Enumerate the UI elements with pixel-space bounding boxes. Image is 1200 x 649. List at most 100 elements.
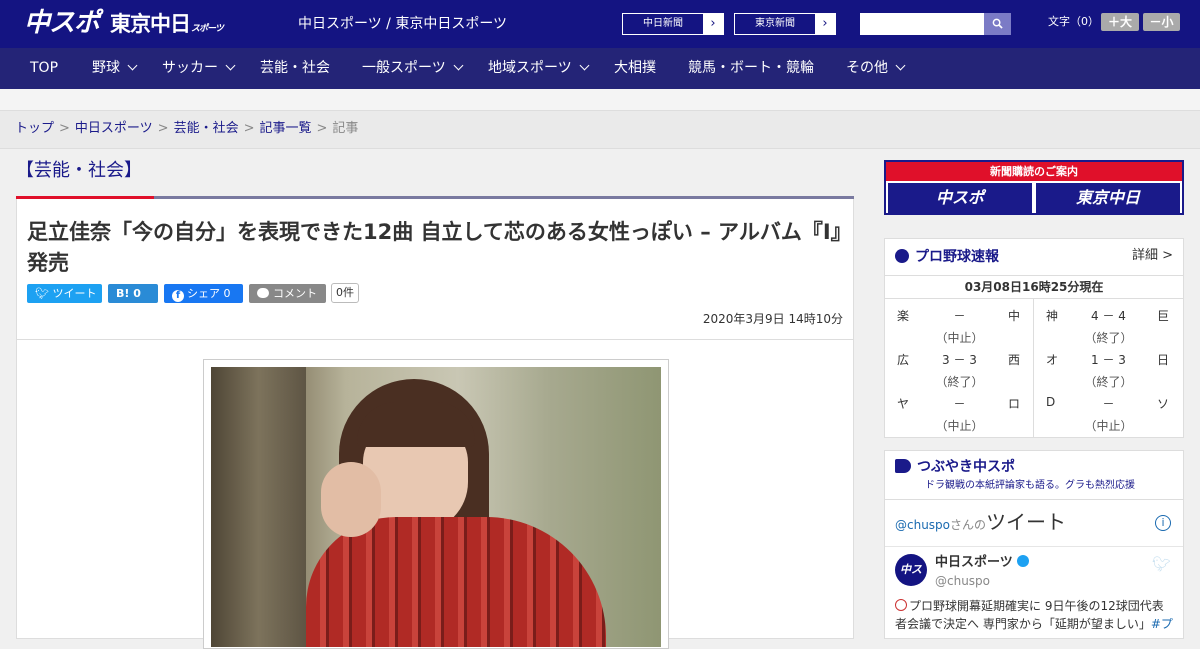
font-bigger-button[interactable]: ＋大 bbox=[1101, 13, 1139, 31]
chevron-right-icon: › bbox=[815, 14, 835, 34]
nav-item-local-sports[interactable]: 地域スポーツ bbox=[488, 59, 590, 77]
comment-button[interactable]: コメント bbox=[249, 284, 326, 303]
nav-label: 大相撲 bbox=[614, 60, 656, 76]
comment-count-badge[interactable]: 0件 bbox=[331, 283, 359, 303]
nav-item-racing[interactable]: 競馬・ボート・競輪 bbox=[688, 59, 814, 77]
game-row[interactable]: 楽－中（中止） bbox=[885, 299, 1034, 345]
nav-label: その他 bbox=[846, 60, 888, 76]
tweet-handle[interactable]: @chuspo bbox=[935, 573, 990, 589]
article-headline: 足立佳奈「今の自分」を表現できた12曲 自立して芯のある女性っぽい – アルバム… bbox=[27, 220, 842, 275]
chevron-right-icon: › bbox=[703, 14, 723, 34]
chevron-down-icon bbox=[579, 60, 590, 71]
tokyo-shimbun-link[interactable]: 東京新聞 › bbox=[734, 13, 836, 35]
game-row[interactable]: 神4 － 4 巨（終了） bbox=[1034, 299, 1183, 345]
main-nav: TOP 野球 サッカー 芸能・社会 一般スポーツ 地域スポーツ 大相撲 競馬・ボ… bbox=[0, 48, 1200, 89]
tweet-text: プロ野球開幕延期確実に 9日午後の12球団代表者会議で決定へ 専門家から「延期が… bbox=[895, 597, 1175, 633]
tweet-button[interactable]: 🐦︎ ツイート bbox=[27, 284, 102, 303]
twitter-bird-icon[interactable]: 🐦︎ bbox=[1152, 555, 1171, 573]
photo-bangs bbox=[357, 402, 475, 447]
game-row[interactable]: ヤ－ロ（中止） bbox=[885, 387, 1034, 433]
nav-label: 競馬・ボート・競輪 bbox=[688, 60, 814, 76]
nav-item-entertainment[interactable]: 芸能・社会 bbox=[260, 59, 330, 77]
team-away: 日 bbox=[1156, 353, 1169, 367]
breadcrumb-article-list[interactable]: 記事一覧 bbox=[260, 121, 312, 136]
nav-item-baseball[interactable]: 野球 bbox=[92, 59, 138, 77]
baseball-widget-title: プロ野球速報 bbox=[895, 247, 999, 267]
breadcrumb-separator: > bbox=[243, 121, 255, 136]
article-divider bbox=[17, 339, 853, 340]
ad-chuspo-logo[interactable]: 中スポ bbox=[888, 183, 1032, 213]
tokyo-logo-small: スポーツ bbox=[191, 24, 224, 34]
spacer-band bbox=[0, 89, 1200, 111]
chevron-down-icon bbox=[895, 60, 906, 71]
comment-label: コメント bbox=[273, 287, 317, 300]
twitter-header-suffix: さんの bbox=[950, 518, 987, 532]
team-away: 西 bbox=[1007, 353, 1020, 367]
chevron-down-icon bbox=[225, 60, 236, 71]
verified-icon bbox=[1016, 555, 1029, 567]
font-smaller-button[interactable]: －小 bbox=[1143, 13, 1180, 31]
tokyo-link-label: 東京新聞 bbox=[755, 18, 795, 29]
twitter-header-title: ツイート bbox=[986, 510, 1067, 534]
tokyo-logo-text: 東京中日 bbox=[110, 12, 191, 36]
facebook-icon: f bbox=[172, 290, 184, 302]
baseball-details-link[interactable]: 詳細 > bbox=[1132, 247, 1173, 265]
hatena-button[interactable]: B! 0 bbox=[108, 284, 158, 303]
game-status: （中止） bbox=[1084, 419, 1133, 433]
search-button[interactable] bbox=[984, 13, 1011, 35]
nav-label: 地域スポーツ bbox=[488, 60, 572, 76]
breadcrumb-entertainment[interactable]: 芸能・社会 bbox=[174, 121, 239, 136]
nav-item-top[interactable]: TOP bbox=[30, 59, 58, 77]
breadcrumb-separator: > bbox=[59, 121, 70, 136]
nav-item-general-sports[interactable]: 一般スポーツ bbox=[362, 59, 464, 77]
tsubuyaki-title: つぶやき中スポ bbox=[895, 457, 1015, 477]
breadcrumb-separator: > bbox=[157, 121, 169, 136]
twitter-handle-link[interactable]: @chuspo bbox=[895, 518, 950, 532]
search-input[interactable] bbox=[860, 13, 984, 35]
nav-item-other[interactable]: その他 bbox=[846, 59, 906, 77]
chunichi-shimbun-link[interactable]: 中日新聞 › bbox=[622, 13, 724, 35]
scores-column-left: 楽－中（中止） 広3 － 3 西（終了） ヤ－ロ（中止） bbox=[885, 299, 1034, 437]
nav-label: TOP bbox=[30, 60, 59, 76]
subscription-ad[interactable]: 新聞購読のご案内 中スポ 東京中日 bbox=[884, 160, 1184, 215]
facebook-share-button[interactable]: f シェア 0 bbox=[164, 284, 243, 303]
tweet-label: ツイート bbox=[52, 287, 97, 300]
game-row[interactable]: 広3 － 3 西（終了） bbox=[885, 343, 1034, 389]
article-card: 足立佳奈「今の自分」を表現できた12曲 自立して芯のある女性っぽい – アルバム… bbox=[16, 199, 854, 649]
megaphone-icon bbox=[895, 459, 911, 473]
article-photo[interactable] bbox=[211, 367, 661, 647]
chuspo-logo[interactable]: 中スポ bbox=[24, 8, 100, 38]
chunichi-link-label: 中日新聞 bbox=[643, 18, 683, 29]
facebook-share-label: シェア 0 bbox=[187, 287, 231, 300]
baseball-icon bbox=[895, 249, 909, 263]
info-icon[interactable]: i bbox=[1155, 515, 1171, 531]
twitter-divider bbox=[885, 546, 1183, 547]
tweet-author[interactable]: 中日スポーツ bbox=[935, 554, 1029, 572]
baseball-emoji-icon bbox=[895, 599, 907, 611]
game-row[interactable]: オ1 － 3 日（終了） bbox=[1034, 343, 1183, 389]
subscription-ad-title: 新聞購読のご案内 bbox=[886, 162, 1182, 181]
font-size-label: 文字（0） bbox=[1048, 15, 1099, 28]
twitter-embed-header: @chuspoさんのツイート bbox=[895, 510, 1066, 537]
nav-label: サッカー bbox=[162, 60, 218, 76]
tweet-body: プロ野球開幕延期確実に 9日午後の12球団代表者会議で決定へ 専門家から「延期が… bbox=[895, 599, 1164, 631]
avatar[interactable]: 中スポ bbox=[895, 554, 927, 608]
tweet-hashtag[interactable]: #プ bbox=[1151, 617, 1173, 631]
search-icon bbox=[992, 18, 1003, 29]
tokyo-chunichi-logo[interactable]: 東京中日スポーツ bbox=[110, 11, 224, 42]
article-photo-frame bbox=[203, 359, 669, 649]
nav-label: 野球 bbox=[92, 60, 120, 76]
breadcrumb-chunichi-sports[interactable]: 中日スポーツ bbox=[75, 121, 153, 136]
tsubuyaki-subtitle: ドラ観戦の本紙評論家も語る。グラも熱烈応援 bbox=[925, 480, 1135, 491]
breadcrumb-top[interactable]: トップ bbox=[15, 121, 54, 136]
tweet-author-name: 中日スポーツ bbox=[935, 555, 1013, 570]
nav-item-sumo[interactable]: 大相撲 bbox=[614, 59, 656, 77]
tsubuyaki-title-text: つぶやき中スポ bbox=[917, 459, 1015, 475]
team-away: 巨 bbox=[1156, 309, 1169, 323]
game-row[interactable]: D －ソ（中止） bbox=[1034, 387, 1183, 433]
article-date: 2020年3月9日 14時10分 bbox=[702, 312, 843, 326]
nav-item-soccer[interactable]: サッカー bbox=[162, 59, 236, 77]
chevron-down-icon bbox=[127, 60, 138, 71]
ad-tokyo-logo[interactable]: 東京中日 bbox=[1036, 183, 1180, 213]
section-title: 【芸能・社会】 bbox=[16, 160, 142, 181]
